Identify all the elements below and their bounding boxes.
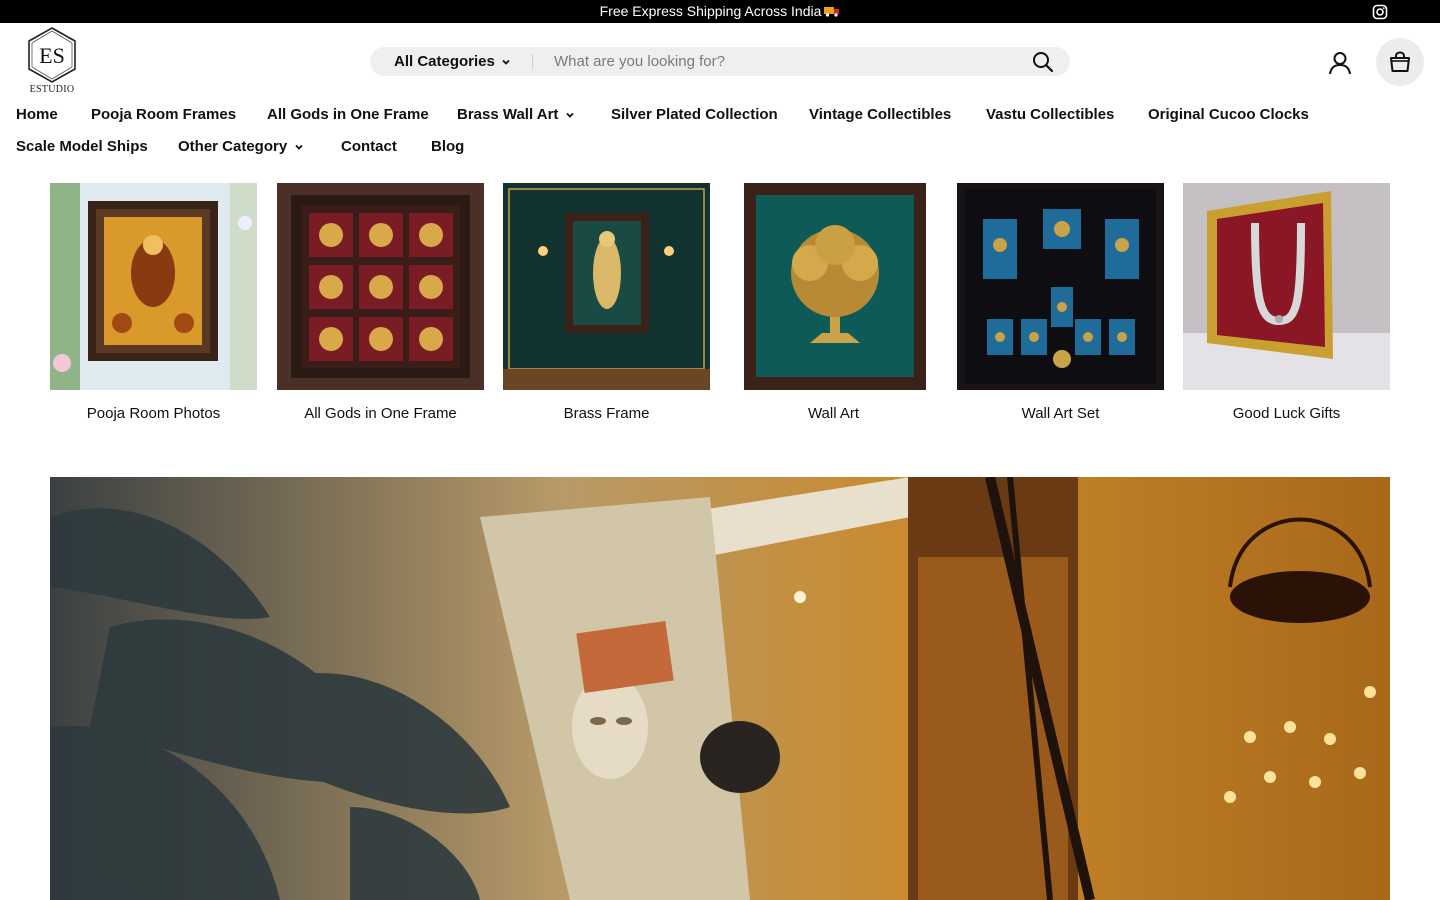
category-select[interactable]: All Categories	[394, 47, 511, 76]
nav-item-cucoo-clocks[interactable]: Original Cucoo Clocks	[1148, 106, 1309, 123]
header: ES ESTUDIO All Categories	[0, 23, 1440, 100]
nav-item-silver-plated[interactable]: Silver Plated Collection	[611, 106, 778, 123]
collection-image[interactable]	[957, 183, 1164, 390]
nav-label: Blog	[431, 138, 465, 155]
nav-label: Home	[16, 106, 58, 123]
collection-image[interactable]	[50, 183, 257, 390]
chevron-down-icon	[566, 112, 575, 118]
logo-mark: ES	[28, 27, 76, 83]
cart-button[interactable]	[1376, 38, 1424, 86]
nav-label: Scale Model Ships	[16, 138, 148, 155]
nav-label: Original Cucoo Clocks	[1148, 106, 1309, 123]
nav-item-blog[interactable]: Blog	[431, 138, 464, 155]
collection-image[interactable]	[277, 183, 484, 390]
search-input[interactable]	[554, 47, 1014, 76]
collection-caption[interactable]: Wall Art Set	[957, 405, 1164, 422]
shopping-bag-icon	[1390, 51, 1410, 72]
collection-tile-wall-art[interactable]: Wall Art	[730, 183, 937, 422]
collection-tile-pooja-room-photos[interactable]: Pooja Room Photos	[50, 183, 257, 422]
collection-image[interactable]	[1183, 183, 1390, 390]
category-select-label: All Categories	[394, 53, 495, 70]
nav-label: Vastu Collectibles	[986, 106, 1115, 123]
collection-tile-wall-art-set[interactable]: Wall Art Set	[957, 183, 1164, 422]
hero-banner[interactable]	[50, 477, 1390, 900]
nav-label: Vintage Collectibles	[809, 106, 952, 123]
nav-label: All Gods in One Frame	[267, 106, 429, 123]
nav-label: Brass Wall Art	[457, 106, 559, 123]
logo-wordmark: ESTUDIO	[29, 84, 75, 95]
collection-caption[interactable]: All Gods in One Frame	[277, 405, 484, 422]
nav-label: Contact	[341, 138, 397, 155]
logo-monogram: ES	[39, 43, 65, 68]
hero-image	[50, 477, 1390, 900]
search-divider	[532, 54, 533, 69]
collection-image[interactable]	[730, 183, 937, 390]
collection-caption[interactable]: Brass Frame	[503, 405, 710, 422]
collection-image[interactable]	[503, 183, 710, 390]
collection-tile-all-gods[interactable]: All Gods in One Frame	[277, 183, 484, 422]
collection-caption[interactable]: Wall Art	[730, 405, 937, 422]
logo[interactable]: ES ESTUDIO	[26, 27, 78, 95]
nav-label: Other Category	[178, 138, 288, 155]
nav-label: Silver Plated Collection	[611, 106, 778, 123]
announcement-text: Free Express Shipping Across India	[599, 3, 822, 19]
chevron-down-icon	[502, 59, 510, 65]
search-bar: All Categories	[370, 47, 1070, 76]
collection-caption[interactable]: Pooja Room Photos	[50, 405, 257, 422]
nav-item-brass-wall-art[interactable]: Brass Wall Art	[457, 106, 575, 123]
nav-item-all-gods[interactable]: All Gods in One Frame	[267, 106, 429, 123]
user-icon[interactable]	[1327, 50, 1353, 76]
chevron-down-icon	[295, 144, 303, 150]
nav-label: Pooja Room Frames	[91, 106, 237, 123]
nav-item-home[interactable]: Home	[16, 106, 58, 123]
nav-item-other-category[interactable]: Other Category	[178, 138, 304, 155]
announcement-bar: Free Express Shipping Across India	[0, 0, 1440, 23]
search-icon[interactable]	[1032, 51, 1054, 73]
truck-icon	[824, 0, 840, 23]
collection-tile-good-luck-gifts[interactable]: Good Luck Gifts	[1183, 183, 1390, 422]
instagram-icon[interactable]	[1372, 4, 1388, 20]
collection-grid: Pooja Room Photos All Gods in One Frame …	[50, 183, 1390, 433]
nav-item-contact[interactable]: Contact	[341, 138, 397, 155]
collection-tile-brass-frame[interactable]: Brass Frame	[503, 183, 710, 422]
collection-caption[interactable]: Good Luck Gifts	[1183, 405, 1390, 422]
nav-item-scale-model-ships[interactable]: Scale Model Ships	[16, 138, 148, 155]
nav-item-vastu-collectibles[interactable]: Vastu Collectibles	[986, 106, 1114, 123]
nav-item-vintage-collectibles[interactable]: Vintage Collectibles	[809, 106, 951, 123]
nav-item-pooja-room-frames[interactable]: Pooja Room Frames	[91, 106, 236, 123]
